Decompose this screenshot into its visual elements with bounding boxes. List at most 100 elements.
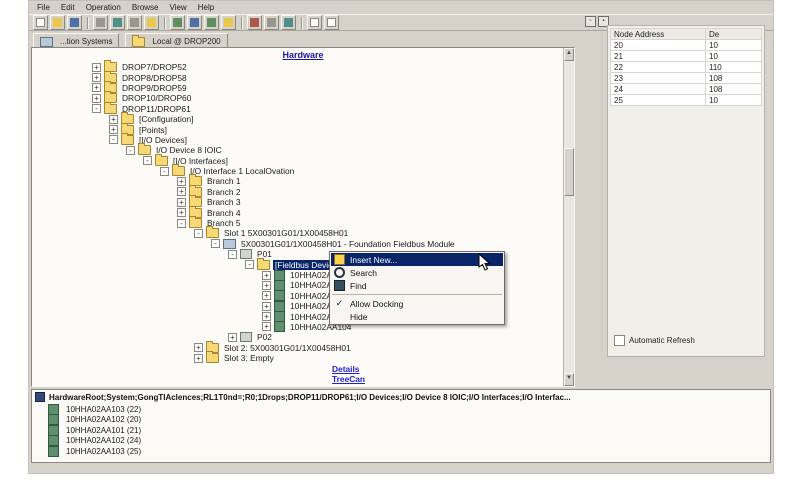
menu-browse[interactable]: Browse <box>132 3 159 12</box>
tree-item[interactable]: Branch 1 <box>32 176 574 186</box>
expand-icon[interactable] <box>228 333 237 342</box>
expand-icon[interactable] <box>177 177 186 186</box>
scroll-up-icon[interactable] <box>564 48 574 61</box>
hardware-path-row[interactable]: HardwareRoot;System;GongTIAclences;RL1T0… <box>32 390 770 404</box>
tree-item[interactable]: Branch 2 <box>32 187 574 197</box>
device-cell: 108 <box>706 84 762 95</box>
auto-refresh-option: Automatic Refresh <box>614 335 695 346</box>
collapse-icon[interactable] <box>143 156 152 165</box>
collapse-icon[interactable] <box>211 239 220 248</box>
undo-icon[interactable] <box>170 15 185 30</box>
collapse-icon[interactable] <box>177 219 186 228</box>
tree-item[interactable]: 5X00301G01/1X00458H01 - Foundation Field… <box>32 239 574 249</box>
tree-item[interactable]: I/O Interface 1 LocalOvation <box>32 166 574 176</box>
copy-icon[interactable] <box>127 15 142 30</box>
column-device[interactable]: De <box>706 29 762 40</box>
tree-item[interactable]: Branch 4 <box>32 207 574 217</box>
context-hide[interactable]: Hide <box>331 310 503 323</box>
expand-icon[interactable] <box>177 187 186 196</box>
tree-item[interactable]: [I/O Devices] <box>32 135 574 145</box>
collapse-icon[interactable] <box>109 135 118 144</box>
search-icon[interactable] <box>187 15 202 30</box>
collapse-icon[interactable] <box>245 260 254 269</box>
window-tile-icon[interactable] <box>307 15 322 30</box>
collapse-icon[interactable] <box>126 146 135 155</box>
expand-icon[interactable] <box>262 281 271 290</box>
expand-icon[interactable] <box>109 115 118 124</box>
up-level-icon[interactable] <box>221 15 236 30</box>
tree-item[interactable]: [Configuration] <box>32 114 574 124</box>
expand-icon[interactable] <box>262 312 271 321</box>
expand-icon[interactable] <box>194 343 203 352</box>
expand-icon[interactable] <box>262 322 271 331</box>
expand-icon[interactable] <box>92 63 101 72</box>
refresh-icon[interactable] <box>204 15 219 30</box>
list-item[interactable]: 10HHA02AA102 (20) <box>32 415 770 426</box>
context-find[interactable]: Find <box>331 279 503 292</box>
tree-scrollbar[interactable] <box>563 48 574 386</box>
list-item[interactable]: 10HHA02AA103 (22) <box>32 404 770 415</box>
table-row[interactable]: 22110 <box>611 62 762 73</box>
help-icon[interactable] <box>281 15 296 30</box>
table-row[interactable]: 23108 <box>611 73 762 84</box>
device-icon <box>48 404 59 415</box>
scrollbar-thumb[interactable] <box>564 148 574 196</box>
tree-item[interactable]: [I/O Interfaces] <box>32 156 574 166</box>
paste-icon[interactable] <box>144 15 159 30</box>
save-icon[interactable] <box>67 15 82 30</box>
table-row[interactable]: 2110 <box>611 51 762 62</box>
list-item[interactable]: 10HHA02AA103 (25) <box>32 446 770 457</box>
tree-item[interactable]: Branch 3 <box>32 197 574 207</box>
expand-icon[interactable] <box>262 291 271 300</box>
expand-icon[interactable] <box>262 302 271 311</box>
scroll-down-icon[interactable] <box>564 373 574 386</box>
tree-item[interactable]: DROP8/DROP58 <box>32 72 574 82</box>
list-item[interactable]: 10HHA02AA102 (24) <box>32 436 770 447</box>
tree-item[interactable]: I/O Device 8 IOIC <box>32 145 574 155</box>
expand-icon[interactable] <box>262 271 271 280</box>
table-row[interactable]: 24108 <box>611 84 762 95</box>
tree-item[interactable]: Slot 2: 5X00301G01/1X00458H01 <box>32 343 574 353</box>
expand-icon[interactable] <box>177 208 186 217</box>
expand-icon[interactable] <box>92 94 101 103</box>
new-icon[interactable] <box>33 15 48 30</box>
collapse-icon[interactable] <box>92 104 101 113</box>
filter-icon[interactable] <box>247 15 262 30</box>
auto-refresh-checkbox[interactable] <box>614 335 625 346</box>
expand-icon[interactable] <box>109 125 118 134</box>
properties-icon[interactable] <box>264 15 279 30</box>
table-row[interactable]: 2510 <box>611 95 762 106</box>
expand-icon[interactable] <box>92 73 101 82</box>
open-icon[interactable] <box>50 15 65 30</box>
menu-edit[interactable]: Edit <box>61 3 75 12</box>
tree-item[interactable]: DROP10/DROP60 <box>32 93 574 103</box>
tree-item[interactable]: Slot 1 5X00301G01/1X00458H01 <box>32 228 574 238</box>
collapse-icon[interactable] <box>228 250 237 259</box>
treecan-link[interactable]: TreeCan <box>332 374 365 384</box>
collapse-icon[interactable] <box>194 229 203 238</box>
menu-operation[interactable]: Operation <box>86 3 121 12</box>
window-cascade-icon[interactable] <box>324 15 339 30</box>
cut-icon[interactable] <box>110 15 125 30</box>
list-item[interactable]: 10HHA02AA101 (21) <box>32 425 770 436</box>
tree-item[interactable]: [Points] <box>32 124 574 134</box>
tree-item[interactable]: DROP7/DROP52 <box>32 62 574 72</box>
tree-item[interactable]: P02 <box>32 332 574 342</box>
tree-item[interactable]: Slot 3: Empty <box>32 353 574 363</box>
minimize-pane-icon[interactable]: ▫ <box>585 16 596 27</box>
tree-item[interactable]: Branch 5 <box>32 218 574 228</box>
collapse-icon[interactable] <box>160 167 169 176</box>
table-row[interactable]: 2010 <box>611 40 762 51</box>
menu-view[interactable]: View <box>170 3 187 12</box>
tree-item[interactable]: DROP11/DROP61 <box>32 104 574 114</box>
print-icon[interactable] <box>93 15 108 30</box>
expand-icon[interactable] <box>92 83 101 92</box>
expand-icon[interactable] <box>194 354 203 363</box>
context-allow-docking[interactable]: Allow Docking <box>331 297 503 310</box>
expand-icon[interactable] <box>177 198 186 207</box>
menu-help[interactable]: Help <box>198 3 214 12</box>
tree-item[interactable]: DROP9/DROP59 <box>32 83 574 93</box>
column-node-address[interactable]: Node Address <box>611 29 706 40</box>
menu-file[interactable]: File <box>37 3 50 12</box>
details-link[interactable]: Details <box>332 364 365 374</box>
